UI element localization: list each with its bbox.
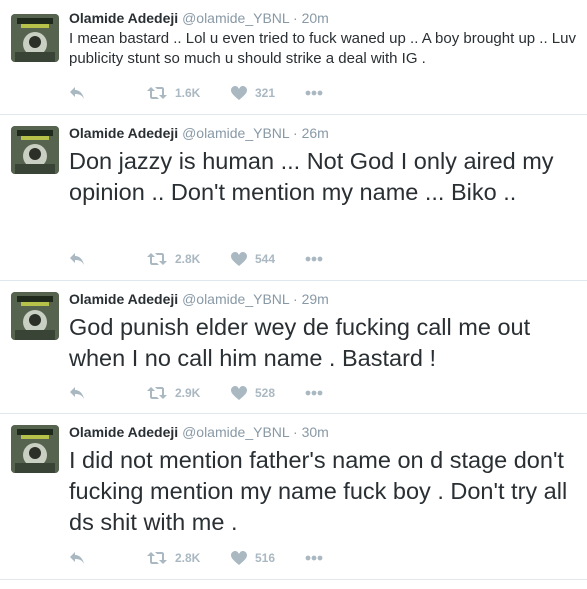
- tweet[interactable]: Olamide Adedeji @olamide_YBNL · 30m I di…: [0, 414, 587, 580]
- retweet-count: 2.9K: [175, 386, 201, 400]
- display-name[interactable]: Olamide Adedeji: [69, 10, 178, 26]
- action-bar: 2.8K 516: [69, 548, 323, 568]
- like-button[interactable]: 544: [231, 252, 305, 266]
- reply-button[interactable]: [69, 86, 147, 100]
- action-bar: 2.9K 528: [69, 383, 323, 403]
- separator: ·: [293, 10, 298, 26]
- timestamp[interactable]: 30m: [302, 424, 329, 440]
- tweet-header: Olamide Adedeji @olamide_YBNL · 20m: [69, 9, 579, 27]
- retweet-icon: [147, 552, 167, 564]
- heart-icon: [231, 86, 247, 100]
- like-button[interactable]: 321: [231, 86, 305, 100]
- heart-icon: [231, 252, 247, 266]
- reply-icon: [70, 552, 84, 564]
- retweet-count: 1.6K: [175, 86, 201, 100]
- tweet[interactable]: Olamide Adedeji @olamide_YBNL · 26m Don …: [0, 115, 587, 281]
- retweet-icon: [147, 87, 167, 99]
- username[interactable]: @olamide_YBNL: [182, 291, 289, 307]
- avatar[interactable]: [11, 425, 59, 473]
- more-button[interactable]: [305, 90, 323, 96]
- action-bar: 2.8K 544: [69, 249, 323, 269]
- avatar[interactable]: [11, 14, 59, 62]
- tweet-text: Don jazzy is human ... Not God I only ai…: [69, 148, 554, 205]
- retweet-button[interactable]: 2.8K: [147, 252, 231, 266]
- reply-button[interactable]: [69, 252, 147, 266]
- display-name[interactable]: Olamide Adedeji: [69, 424, 178, 440]
- retweet-button[interactable]: 2.9K: [147, 386, 231, 400]
- action-bar: 1.6K 321: [69, 83, 323, 103]
- more-icon: [305, 390, 323, 396]
- retweet-icon: [147, 387, 167, 399]
- tweet-text: I mean bastard .. Lol u even tried to fu…: [69, 30, 576, 67]
- tweet[interactable]: Olamide Adedeji @olamide_YBNL · 29m God …: [0, 281, 587, 414]
- like-button[interactable]: 528: [231, 386, 305, 400]
- username[interactable]: @olamide_YBNL: [182, 424, 289, 440]
- tweet-header: Olamide Adedeji @olamide_YBNL · 26m: [69, 124, 579, 142]
- reply-button[interactable]: [69, 386, 147, 400]
- reply-icon: [70, 253, 84, 265]
- retweet-icon: [147, 253, 167, 265]
- like-count: 544: [255, 252, 276, 266]
- tweet-header: Olamide Adedeji @olamide_YBNL · 30m: [69, 423, 579, 441]
- avatar[interactable]: [11, 126, 59, 174]
- retweet-count: 2.8K: [175, 551, 201, 565]
- like-count: 516: [255, 551, 276, 565]
- timeline: Olamide Adedeji @olamide_YBNL · 20m I me…: [0, 0, 587, 580]
- more-button[interactable]: [305, 555, 323, 561]
- username[interactable]: @olamide_YBNL: [182, 10, 289, 26]
- tweet-text: I did not mention father's name on d sta…: [69, 447, 568, 535]
- reply-icon: [70, 87, 84, 99]
- heart-icon: [231, 551, 247, 565]
- like-count: 528: [255, 386, 276, 400]
- username[interactable]: @olamide_YBNL: [182, 125, 289, 141]
- reply-button[interactable]: [69, 551, 147, 565]
- reply-icon: [70, 387, 84, 399]
- like-button[interactable]: 516: [231, 551, 305, 565]
- more-button[interactable]: [305, 390, 323, 396]
- tweet[interactable]: Olamide Adedeji @olamide_YBNL · 20m I me…: [0, 0, 587, 115]
- display-name[interactable]: Olamide Adedeji: [69, 125, 178, 141]
- timestamp[interactable]: 29m: [302, 291, 329, 307]
- more-icon: [305, 256, 323, 262]
- retweet-count: 2.8K: [175, 252, 201, 266]
- avatar[interactable]: [11, 292, 59, 340]
- more-icon: [305, 555, 323, 561]
- tweet-text: God punish elder wey de fucking call me …: [69, 314, 531, 371]
- more-icon: [305, 90, 323, 96]
- separator: ·: [293, 125, 298, 141]
- separator: ·: [293, 424, 298, 440]
- timestamp[interactable]: 20m: [302, 10, 329, 26]
- retweet-button[interactable]: 1.6K: [147, 86, 231, 100]
- separator: ·: [293, 291, 298, 307]
- more-button[interactable]: [305, 256, 323, 262]
- timestamp[interactable]: 26m: [302, 125, 329, 141]
- retweet-button[interactable]: 2.8K: [147, 551, 231, 565]
- tweet-header: Olamide Adedeji @olamide_YBNL · 29m: [69, 290, 579, 308]
- display-name[interactable]: Olamide Adedeji: [69, 291, 178, 307]
- heart-icon: [231, 386, 247, 400]
- like-count: 321: [255, 86, 276, 100]
